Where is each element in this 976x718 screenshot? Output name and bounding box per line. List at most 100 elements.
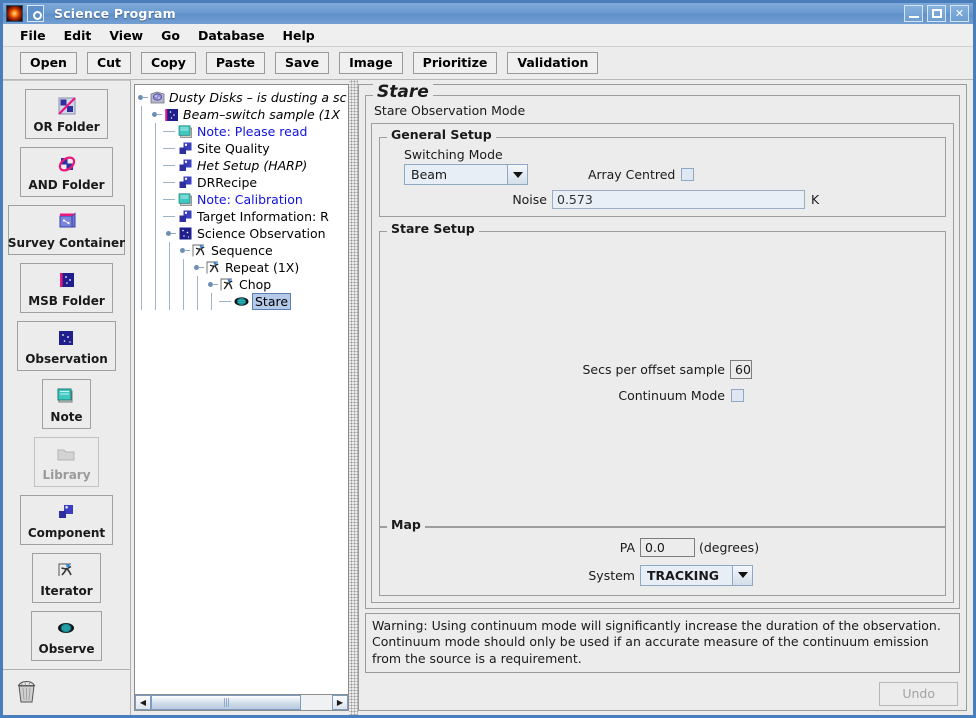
component-icon (177, 175, 194, 190)
open-button[interactable]: Open (20, 51, 77, 75)
tree-connector-line (163, 157, 175, 174)
tree-node-label: Note: Calibration (197, 192, 303, 207)
continuum-mode-checkbox[interactable] (731, 389, 744, 402)
menu-item-view[interactable]: View (100, 26, 152, 45)
palette-item-observe[interactable]: Observe (30, 611, 103, 661)
tree-node[interactable]: Note: Please read (135, 123, 348, 140)
palette-item-or-folder[interactable]: OR Folder (25, 89, 108, 139)
tree-node[interactable]: Chop (135, 276, 348, 293)
scrollbar-track[interactable]: ||| (151, 695, 332, 710)
tree-expander-icon[interactable] (149, 106, 163, 123)
minimize-button[interactable] (904, 5, 923, 22)
chevron-down-icon[interactable] (732, 565, 752, 585)
tree-guide-line (135, 140, 149, 157)
tree-node[interactable]: Beam–switch sample (1X (135, 106, 348, 123)
pa-unit: (degrees) (699, 539, 760, 555)
or-folder-icon (56, 95, 78, 117)
menu-item-database[interactable]: Database (189, 26, 274, 45)
pa-input[interactable]: 0.0 (640, 537, 695, 557)
main-area: OR Folder AND Folder Survey Container MS… (3, 80, 973, 715)
paste-button[interactable]: Paste (205, 51, 266, 75)
prioritize-button[interactable]: Prioritize (412, 51, 498, 75)
noise-input[interactable]: 0.573 (552, 190, 805, 209)
tree-node-label: Stare (252, 293, 292, 310)
warning-message: Warning: Using continuum mode will signi… (365, 612, 960, 673)
tree-expander-icon[interactable] (205, 276, 219, 293)
palette-item-and-folder[interactable]: AND Folder (20, 147, 113, 197)
tree-guide-line (149, 208, 163, 225)
tree-node[interactable]: Dusty Disks – is dusting a sc (135, 89, 348, 106)
tree-guide-line (191, 276, 205, 293)
menu-item-edit[interactable]: Edit (55, 26, 101, 45)
tree-guide-line (135, 174, 149, 191)
tree-expander-icon[interactable] (177, 242, 191, 259)
science-program-icon (149, 90, 166, 105)
menu-item-go[interactable]: Go (152, 26, 189, 45)
tree-guide-line (135, 225, 149, 242)
tree-node[interactable]: Sequence (135, 242, 348, 259)
copy-button[interactable]: Copy (141, 51, 196, 75)
menu-item-file[interactable]: File (11, 26, 55, 45)
tree-node-label: DRRecipe (197, 175, 258, 190)
tree-node[interactable]: Science Observation (135, 225, 348, 242)
general-setup-group: General Setup Switching Mode Beam Array … (379, 128, 946, 217)
scrollbar-thumb[interactable]: ||| (151, 695, 301, 710)
iterator-icon (205, 260, 222, 275)
scroll-right-arrow-icon[interactable]: ▶ (332, 695, 348, 710)
cut-button[interactable]: Cut (86, 51, 132, 75)
iterator-icon (55, 559, 77, 581)
tree-node[interactable]: Repeat (1X) (135, 259, 348, 276)
undo-button[interactable]: Undo (879, 681, 958, 707)
note-icon (177, 124, 194, 139)
tree-node[interactable]: Note: Calibration (135, 191, 348, 208)
general-setup-legend: General Setup (387, 128, 496, 142)
component-icon (55, 501, 77, 523)
tree-guide-line (149, 225, 163, 242)
tree-guide-line (149, 191, 163, 208)
close-button[interactable]: ✕ (950, 5, 969, 22)
tree-horizontal-scrollbar[interactable]: ◀ ||| ▶ (134, 694, 349, 711)
palette-item-observation[interactable]: Observation (17, 321, 116, 371)
palette-item-component[interactable]: Component (19, 495, 114, 545)
secs-per-offset-input[interactable]: 60 (730, 360, 752, 379)
chevron-down-icon[interactable] (507, 165, 527, 184)
tree-guide-line (177, 293, 191, 310)
tree-node-label: Repeat (1X) (225, 260, 300, 275)
tree-node[interactable]: Stare (135, 293, 348, 310)
tree-node[interactable]: DRRecipe (135, 174, 348, 191)
stare-inner-panel: General Setup Switching Mode Beam Array … (371, 123, 954, 603)
palette-item-msb-folder[interactable]: MSB Folder (20, 263, 113, 313)
split-pane-divider[interactable] (349, 80, 358, 715)
palette-item-iterator[interactable]: Iterator (32, 553, 101, 603)
tree-expander-icon[interactable] (135, 89, 149, 106)
palette-item-note[interactable]: Note (42, 379, 91, 429)
validation-button[interactable]: Validation (507, 51, 599, 75)
image-button[interactable]: Image (339, 51, 403, 75)
menu-item-help[interactable]: Help (274, 26, 324, 45)
maximize-button[interactable] (927, 5, 946, 22)
tree-node[interactable]: Target Information: R (135, 208, 348, 225)
palette-item-survey-container[interactable]: Survey Container (8, 205, 125, 255)
palette-label: Note (50, 410, 83, 424)
component-icon (177, 158, 194, 173)
tree-node[interactable]: Het Setup (HARP) (135, 157, 348, 174)
program-tree[interactable]: Dusty Disks – is dusting a sc Beam–switch… (134, 84, 349, 694)
tree-guide-line (135, 191, 149, 208)
tree-expander-icon[interactable] (163, 225, 177, 242)
observe-eye-icon (55, 617, 77, 639)
palette-label: OR Folder (33, 120, 100, 134)
scroll-left-arrow-icon[interactable]: ◀ (135, 695, 151, 710)
tree-connector-line (163, 174, 175, 191)
tree-expander-icon[interactable] (191, 259, 205, 276)
tree-node-list: Dusty Disks – is dusting a sc Beam–switch… (135, 85, 348, 310)
save-button[interactable]: Save (275, 51, 330, 75)
switching-mode-select[interactable]: Beam (404, 164, 528, 185)
tree-connector-line (219, 293, 231, 310)
trash-drop-area[interactable] (3, 669, 130, 715)
system-select[interactable]: TRACKING (640, 564, 753, 586)
tree-node[interactable]: Site Quality (135, 140, 348, 157)
msb-folder-icon (56, 269, 78, 291)
tree-guide-line (149, 242, 163, 259)
array-centred-checkbox[interactable] (681, 168, 695, 181)
toolbar: Open Cut Copy Paste Save Image Prioritiz… (3, 47, 973, 80)
